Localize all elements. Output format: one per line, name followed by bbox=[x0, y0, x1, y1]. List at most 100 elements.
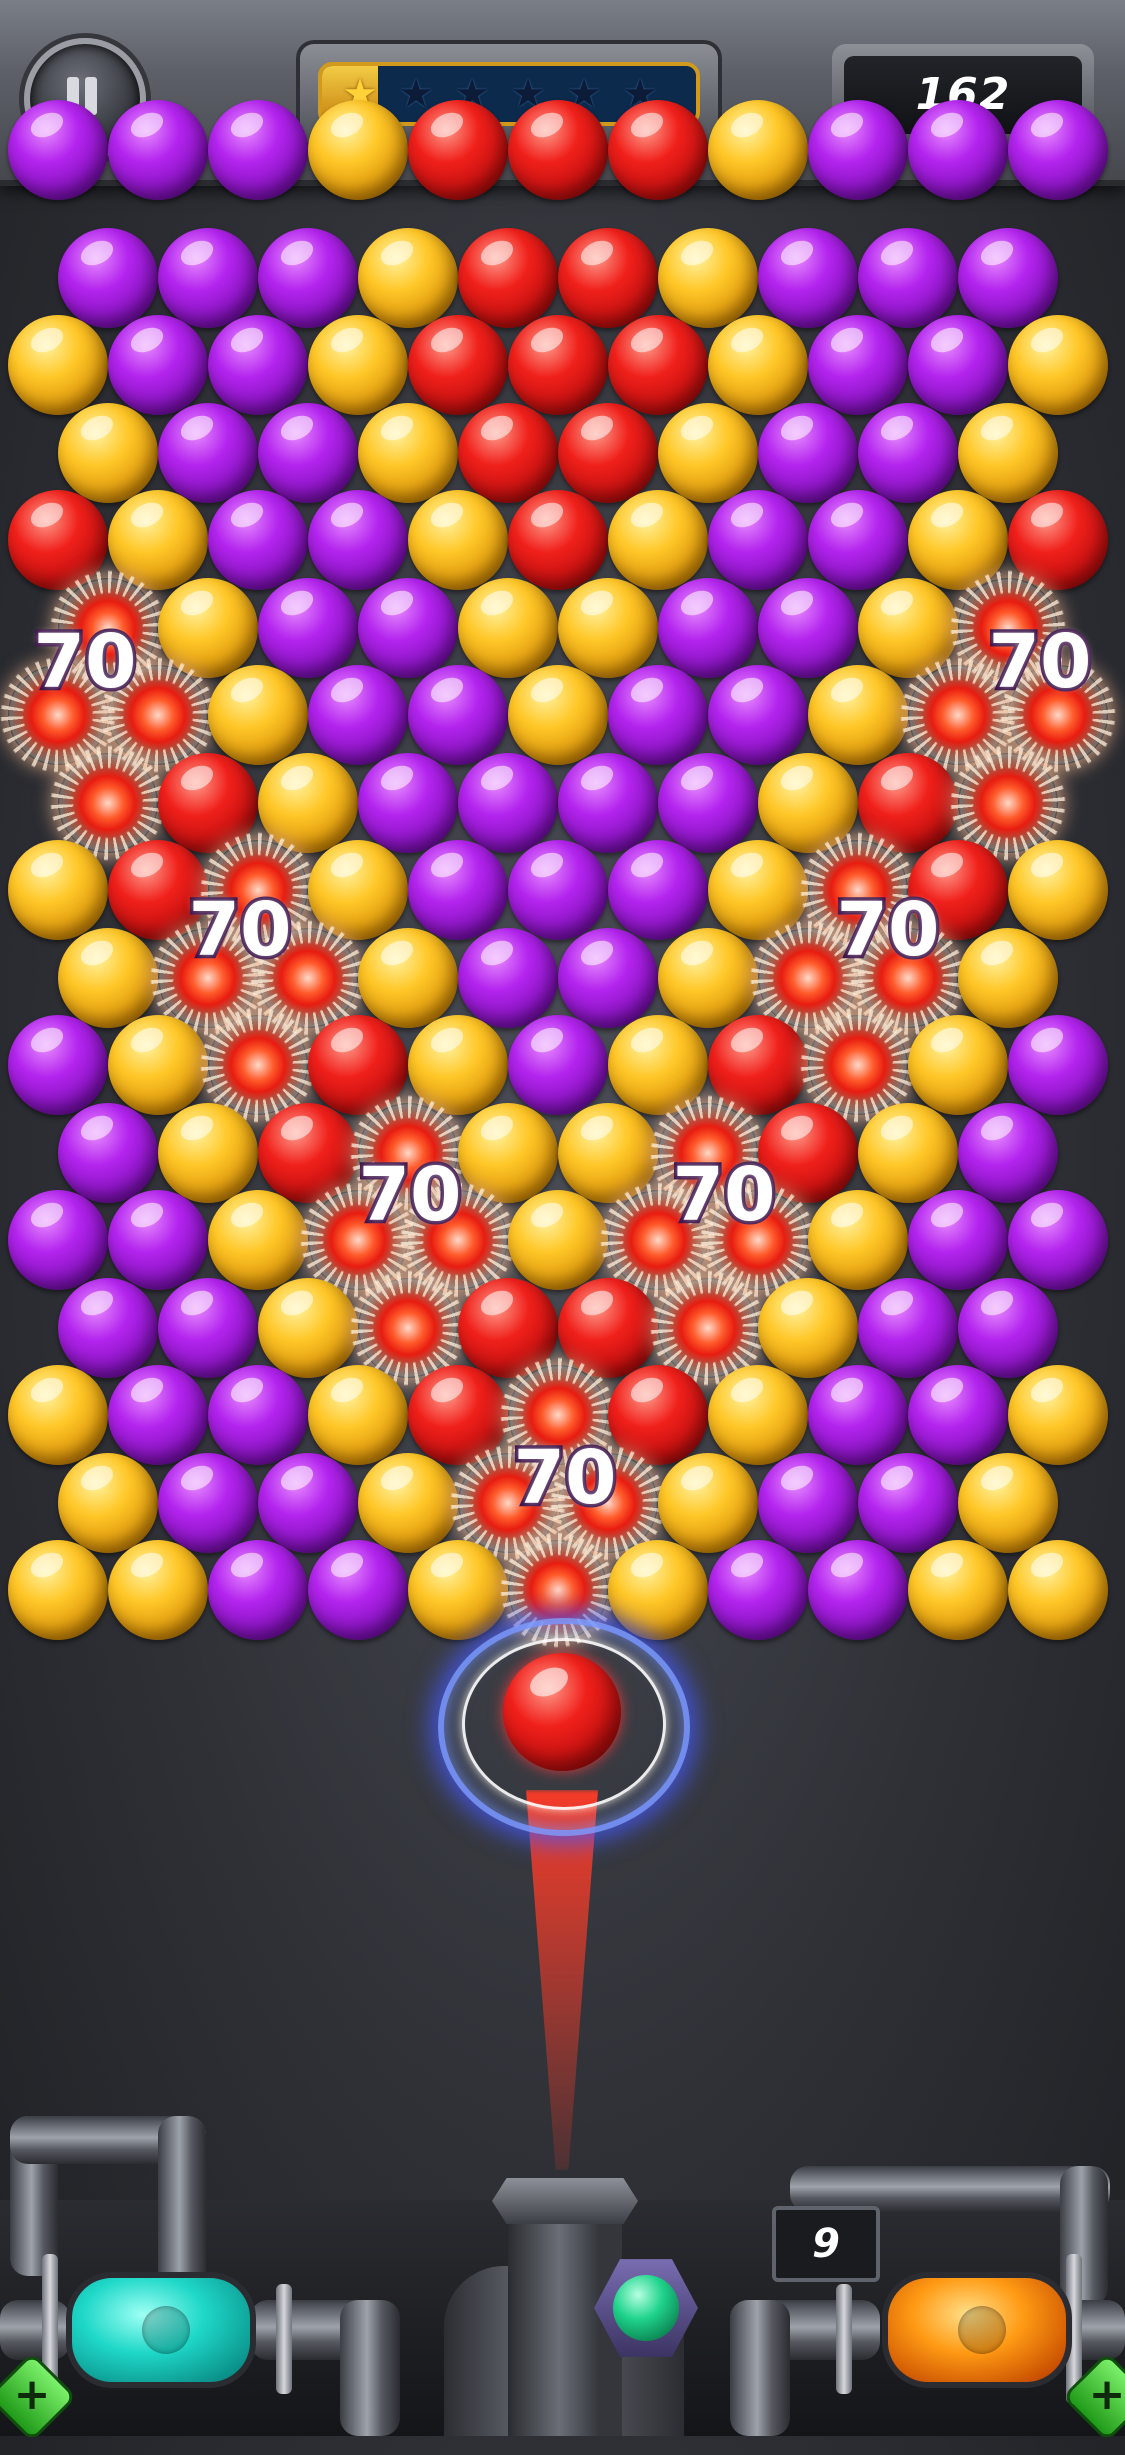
purple-bubble bbox=[758, 402, 858, 503]
purple-bubble bbox=[708, 665, 808, 765]
cannon-muzzle bbox=[492, 2178, 638, 2224]
purple-bubble bbox=[358, 752, 458, 853]
purple-bubble bbox=[408, 665, 508, 765]
purple-bubble bbox=[558, 927, 658, 1028]
red-bubble bbox=[458, 227, 558, 328]
purple-bubble bbox=[1008, 1015, 1108, 1115]
yellow-bubble bbox=[8, 315, 108, 415]
purple-bubble bbox=[458, 752, 558, 853]
yellow-bubble bbox=[358, 227, 458, 328]
purple-bubble bbox=[758, 1452, 858, 1553]
yellow-bubble bbox=[408, 1540, 508, 1640]
purple-bubble bbox=[708, 1540, 808, 1640]
red-bubble bbox=[408, 315, 508, 415]
purple-bubble bbox=[58, 1102, 158, 1203]
purple-bubble bbox=[208, 490, 308, 590]
purple-bubble bbox=[958, 1102, 1058, 1203]
purple-bubble bbox=[258, 1452, 358, 1553]
popping-bubble bbox=[358, 1277, 458, 1378]
purple-bubble bbox=[1008, 1190, 1108, 1290]
popping-bubble bbox=[958, 752, 1058, 853]
purple-bubble bbox=[458, 927, 558, 1028]
purple-bubble bbox=[108, 100, 208, 200]
red-bubble bbox=[508, 490, 608, 590]
red-bubble bbox=[608, 100, 708, 200]
booster-count: 9 bbox=[772, 2206, 880, 2282]
red-bubble bbox=[508, 100, 608, 200]
yellow-bubble bbox=[208, 665, 308, 765]
purple-bubble bbox=[808, 490, 908, 590]
purple-bubble bbox=[508, 840, 608, 940]
yellow-bubble bbox=[8, 840, 108, 940]
yellow-bubble bbox=[208, 1190, 308, 1290]
yellow-bubble bbox=[108, 1540, 208, 1640]
purple-bubble bbox=[158, 1277, 258, 1378]
yellow-bubble bbox=[58, 1452, 158, 1553]
purple-bubble bbox=[258, 227, 358, 328]
yellow-bubble bbox=[458, 577, 558, 678]
score-popup: 70 bbox=[669, 1149, 779, 1242]
purple-bubble bbox=[8, 100, 108, 200]
yellow-bubble bbox=[958, 402, 1058, 503]
purple-bubble bbox=[108, 1365, 208, 1465]
yellow-bubble bbox=[558, 577, 658, 678]
purple-bubble bbox=[58, 227, 158, 328]
yellow-bubble bbox=[1008, 315, 1108, 415]
score-popup: 70 bbox=[985, 616, 1095, 709]
yellow-bubble bbox=[308, 1365, 408, 1465]
purple-bubble bbox=[1008, 100, 1108, 200]
purple-bubble bbox=[308, 665, 408, 765]
purple-bubble bbox=[858, 227, 958, 328]
next-bubble[interactable] bbox=[613, 2275, 679, 2341]
pipe-flange bbox=[276, 2284, 292, 2394]
purple-bubble bbox=[108, 315, 208, 415]
purple-bubble bbox=[308, 490, 408, 590]
yellow-bubble bbox=[808, 665, 908, 765]
purple-bubble bbox=[958, 1277, 1058, 1378]
fire-bomb-booster[interactable] bbox=[882, 2272, 1072, 2388]
purple-bubble bbox=[258, 577, 358, 678]
fire-icon bbox=[958, 2306, 1006, 2354]
yellow-bubble bbox=[958, 1452, 1058, 1553]
yellow-bubble bbox=[258, 1277, 358, 1378]
teal-bomb-booster[interactable] bbox=[66, 2272, 256, 2388]
purple-bubble bbox=[158, 227, 258, 328]
purple-bubble bbox=[258, 402, 358, 503]
pipe bbox=[158, 2116, 206, 2296]
purple-bubble bbox=[858, 1452, 958, 1553]
yellow-bubble bbox=[908, 1015, 1008, 1115]
purple-bubble bbox=[208, 315, 308, 415]
red-bubble bbox=[558, 402, 658, 503]
purple-bubble bbox=[658, 577, 758, 678]
yellow-bubble bbox=[58, 927, 158, 1028]
yellow-bubble bbox=[658, 402, 758, 503]
yellow-bubble bbox=[308, 100, 408, 200]
purple-bubble bbox=[758, 227, 858, 328]
red-bubble bbox=[408, 100, 508, 200]
yellow-bubble bbox=[8, 1540, 108, 1640]
purple-bubble bbox=[808, 315, 908, 415]
purple-bubble bbox=[958, 227, 1058, 328]
purple-bubble bbox=[858, 1277, 958, 1378]
pipe bbox=[340, 2300, 400, 2436]
purple-bubble bbox=[58, 1277, 158, 1378]
yellow-bubble bbox=[358, 402, 458, 503]
yellow-bubble bbox=[1008, 1365, 1108, 1465]
purple-bubble bbox=[608, 665, 708, 765]
yellow-bubble bbox=[508, 665, 608, 765]
purple-bubble bbox=[208, 1540, 308, 1640]
purple-bubble bbox=[858, 402, 958, 503]
yellow-bubble bbox=[358, 1452, 458, 1553]
popping-bubble bbox=[58, 752, 158, 853]
popping-bubble bbox=[658, 1277, 758, 1378]
current-shot-bubble[interactable] bbox=[503, 1653, 621, 1771]
purple-bubble bbox=[208, 1365, 308, 1465]
aim-beam bbox=[526, 1790, 598, 2170]
pipe bbox=[730, 2300, 790, 2436]
purple-bubble bbox=[608, 840, 708, 940]
yellow-bubble bbox=[708, 315, 808, 415]
purple-bubble bbox=[108, 1190, 208, 1290]
purple-bubble bbox=[408, 840, 508, 940]
yellow-bubble bbox=[8, 1365, 108, 1465]
game-screen: ★ ★ ★ ★ ★ ★ 162 9 + + 70 70 70 70 70 70 70 bbox=[0, 0, 1125, 2443]
